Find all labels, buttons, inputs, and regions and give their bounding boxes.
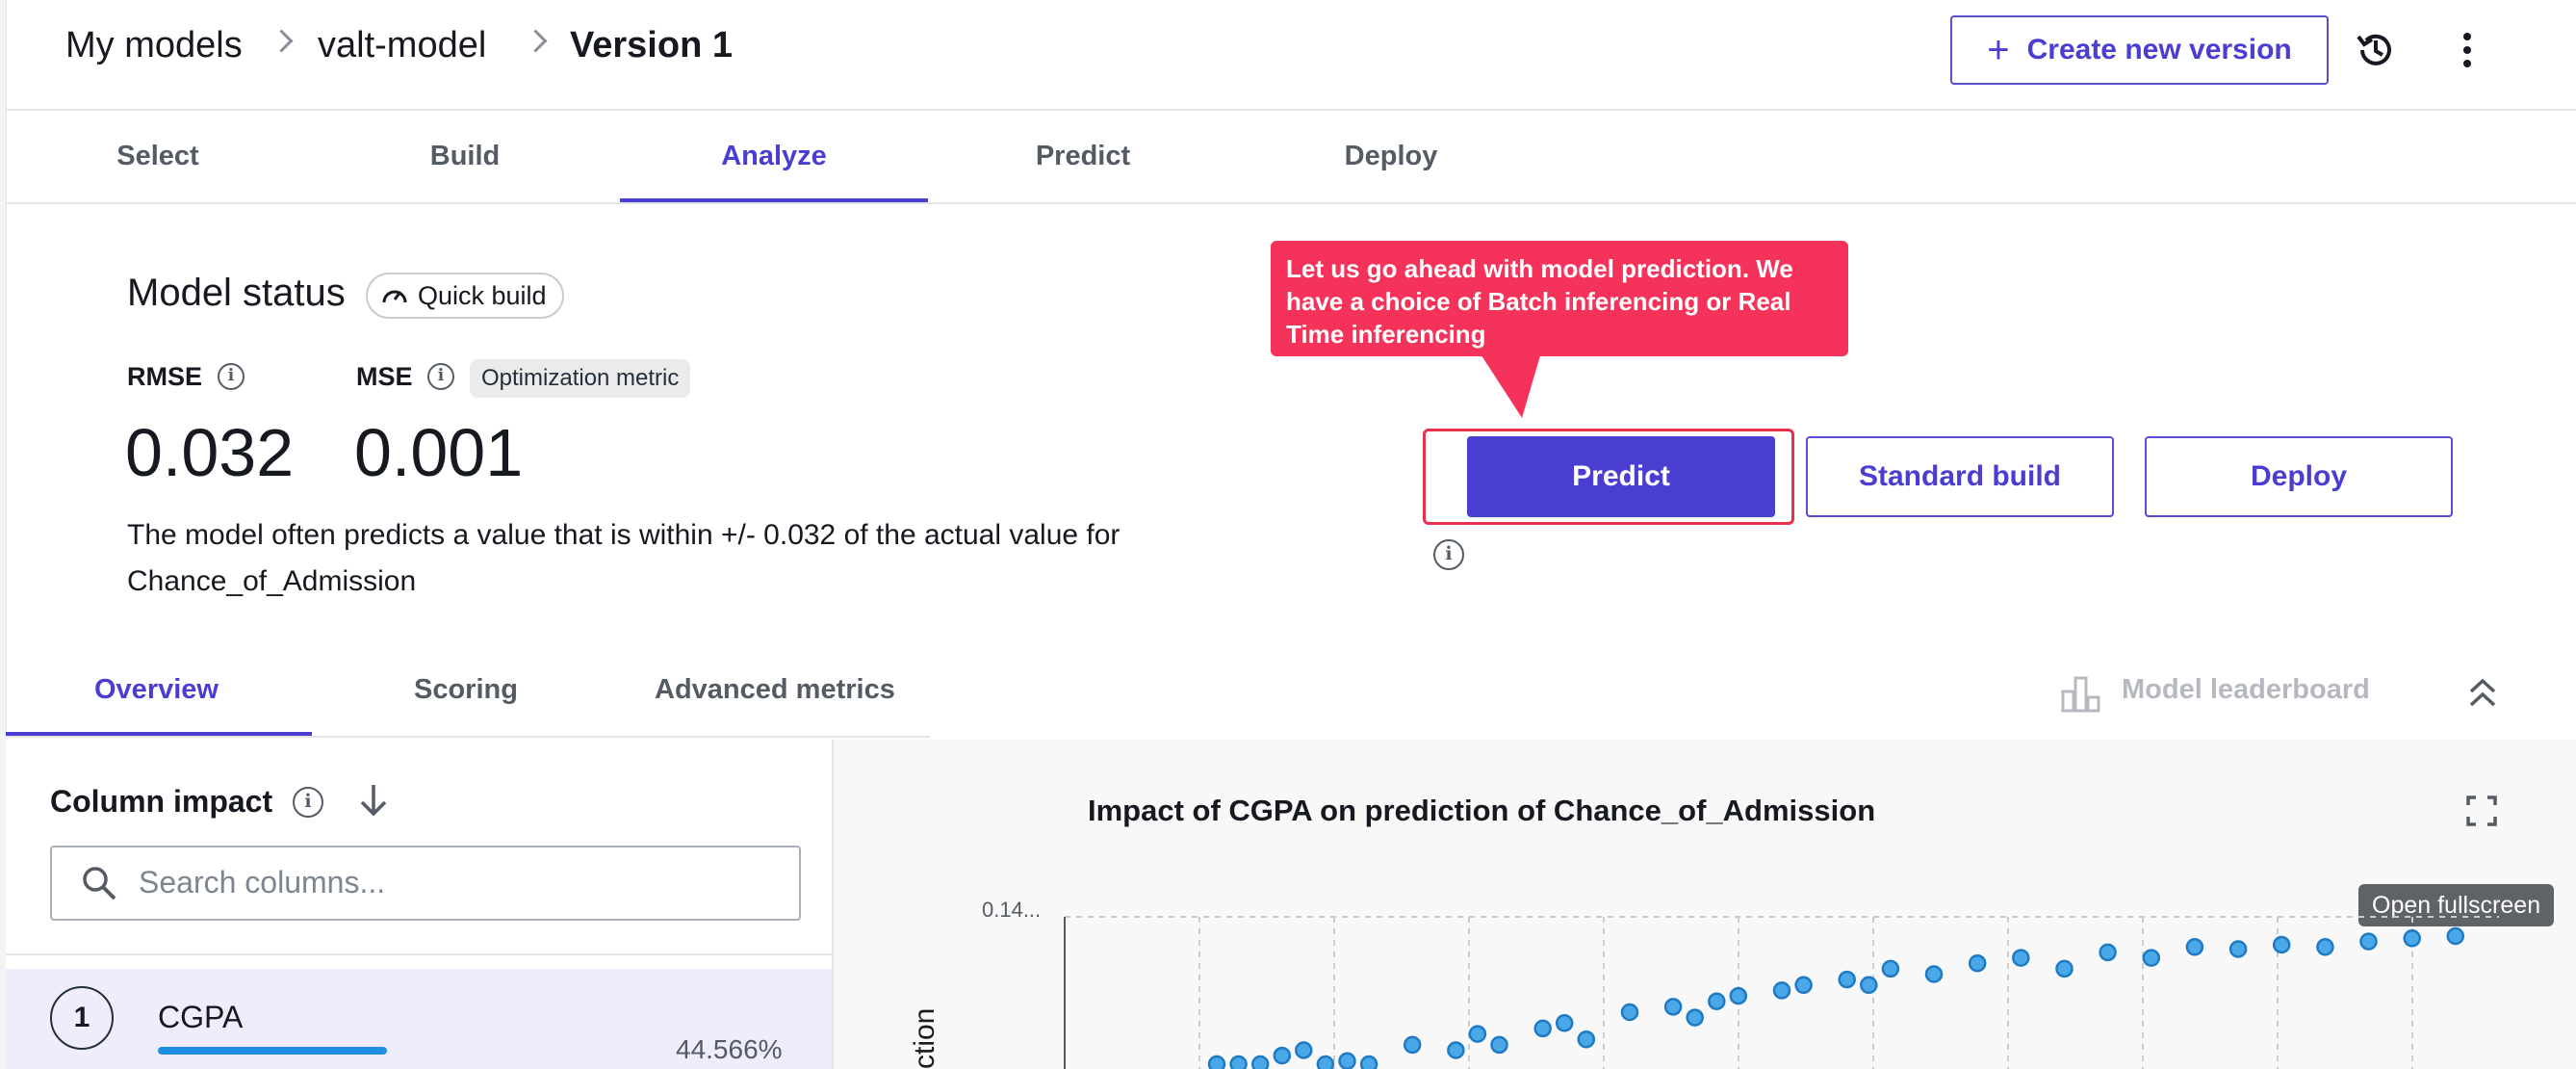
y-tick-label: 0.14... (982, 898, 1041, 922)
tab-select[interactable]: Select (96, 141, 219, 172)
speedometer-icon (382, 290, 407, 303)
optimization-metric-badge: Optimization metric (470, 359, 691, 398)
scatter-plot: 0.14... ction (909, 898, 2499, 1069)
fullscreen-icon[interactable] (2466, 795, 2497, 826)
scatter-point (1794, 976, 1813, 995)
more-options-icon[interactable] (2458, 29, 2477, 71)
scatter-point (1663, 998, 1683, 1016)
scatter-point (1924, 965, 1944, 983)
scatter-point (2185, 938, 2204, 956)
metric-description: The model often predicts a value that is… (127, 519, 1121, 597)
predict-button[interactable]: Predict (1467, 436, 1775, 517)
breadcrumb-version: Version 1 (570, 25, 733, 65)
tab-deploy[interactable]: Deploy (1328, 141, 1454, 172)
quick-build-chip: Quick build (366, 273, 564, 319)
create-new-version-button[interactable]: + Create new version (1950, 15, 2329, 85)
chart-title: Impact of CGPA on prediction of Chance_o… (1088, 794, 1876, 827)
scatter-point (1772, 981, 1791, 1000)
predict-info-icon[interactable]: i (1433, 539, 1464, 570)
column-impact-title: Column impact (50, 784, 273, 819)
scatter-point (1359, 1055, 1378, 1069)
rmse-value: 0.032 (125, 415, 295, 490)
scatter-point (1338, 1052, 1356, 1069)
scatter-point (1316, 1055, 1335, 1069)
plus-icon: + (1987, 29, 2010, 71)
search-columns-placeholder: Search columns... (139, 865, 386, 900)
tab-analyze[interactable]: Analyze (703, 141, 845, 172)
scatter-point (2055, 959, 2074, 978)
sort-down-icon[interactable] (358, 782, 389, 819)
breadcrumb-chevron-icon (270, 29, 294, 53)
subtab-overview[interactable]: Overview (94, 674, 219, 706)
scatter-point (1229, 1055, 1248, 1069)
header-divider (6, 109, 2576, 111)
scatter-point (1533, 1019, 1552, 1038)
column-name: CGPA (158, 1000, 244, 1034)
scatter-point (2099, 943, 2117, 962)
tab-build[interactable]: Build (402, 141, 528, 172)
scatter-point (1555, 1014, 1574, 1032)
quick-build-label: Quick build (418, 281, 547, 310)
scatter-point (2012, 949, 2030, 967)
scatter-point (1273, 1046, 1292, 1065)
model-status-title: Model status (127, 272, 346, 314)
scatter-point (2316, 938, 2334, 956)
subtabs-divider (6, 736, 930, 738)
callout-pointer (1479, 352, 1563, 418)
create-new-version-label: Create new version (2026, 34, 2292, 65)
guidance-callout: Let us go ahead with model prediction. W… (1271, 241, 1848, 356)
mse-value: 0.001 (354, 415, 524, 490)
rmse-label: RMSE (127, 362, 203, 391)
scatter-point (2446, 926, 2465, 946)
scatter-point (1403, 1035, 1422, 1055)
scatter-point (1295, 1041, 1313, 1059)
column-impact-info-icon[interactable]: i (293, 787, 323, 818)
scatter-point (2359, 932, 2378, 951)
y-axis-label: ction (909, 1008, 940, 1069)
breadcrumb-model[interactable]: valt-model (318, 25, 486, 66)
scatter-point (2272, 935, 2291, 954)
tab-predict[interactable]: Predict (1020, 141, 1146, 172)
subtab-scoring[interactable]: Scoring (414, 674, 518, 706)
scatter-point (1250, 1055, 1270, 1069)
rmse-info-icon[interactable]: i (218, 363, 245, 390)
search-icon (81, 865, 117, 901)
deploy-button[interactable]: Deploy (2145, 436, 2453, 517)
scatter-point (1838, 970, 1856, 989)
mse-info-icon[interactable]: i (427, 363, 454, 390)
scatter-point (1207, 1055, 1226, 1069)
scatter-point (1860, 976, 1878, 995)
tabs-divider (6, 202, 2576, 204)
impact-percentage: 44.566% (676, 1034, 783, 1064)
subtab-advanced-metrics[interactable]: Advanced metrics (655, 674, 895, 706)
scatter-point (1708, 992, 1726, 1010)
scatter-point (2403, 929, 2421, 948)
version-history-icon[interactable] (2353, 27, 2399, 73)
scatter-point (1620, 1003, 1639, 1022)
scatter-point (2142, 949, 2161, 967)
scatter-point (1881, 959, 1900, 978)
list-divider (6, 953, 832, 955)
scatter-point (1729, 986, 1748, 1005)
scatter-point (2228, 940, 2248, 958)
scatter-point (1968, 953, 1987, 973)
standard-build-button[interactable]: Standard build (1806, 436, 2114, 517)
breadcrumb-my-models[interactable]: My models (65, 25, 243, 66)
rank-badge: 1 (50, 986, 114, 1050)
scatter-point (1577, 1030, 1596, 1049)
scatter-point (1490, 1035, 1508, 1055)
scatter-point (1447, 1041, 1465, 1059)
scatter-point (1686, 1008, 1704, 1027)
breadcrumb-chevron-icon (524, 29, 548, 53)
leaderboard-icon (2060, 672, 2102, 715)
impact-bar (158, 1047, 387, 1055)
mse-label: MSE (356, 362, 413, 391)
model-leaderboard-link: Model leaderboard (2122, 674, 2370, 705)
scatter-points (1207, 926, 2465, 1069)
scatter-point (1468, 1025, 1487, 1043)
collapse-icon[interactable] (2468, 678, 2497, 709)
